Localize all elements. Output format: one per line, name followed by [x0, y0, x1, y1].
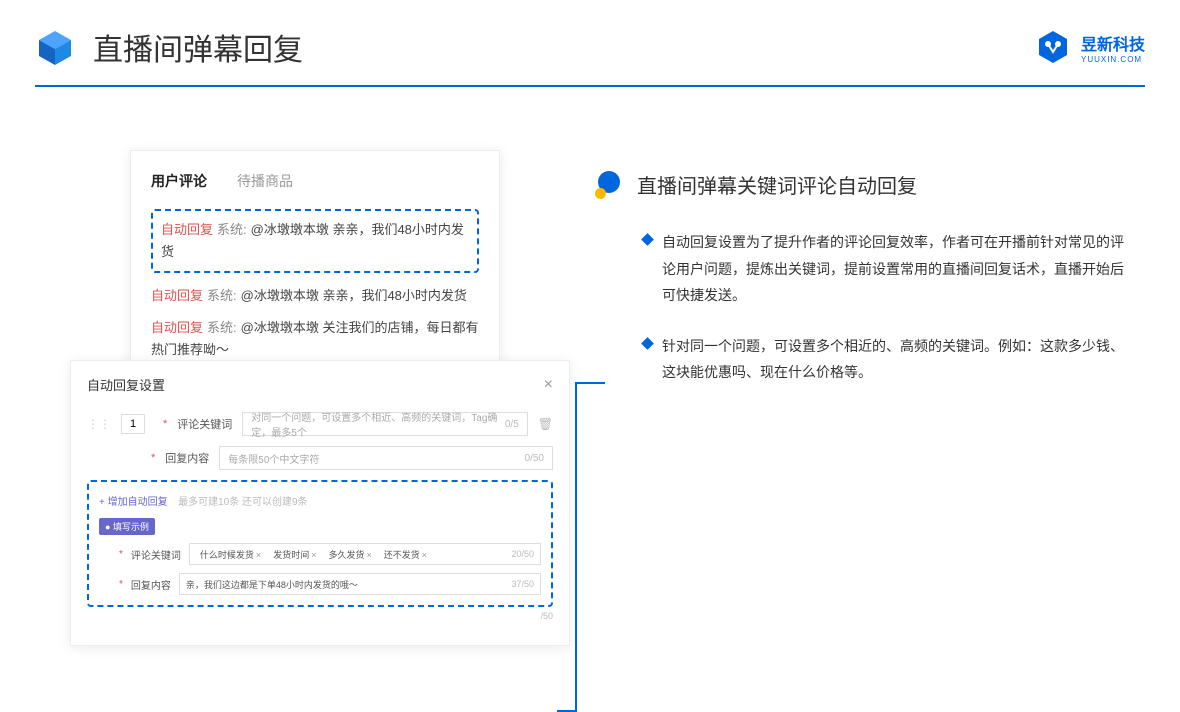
tab-user-comments[interactable]: 用户评论	[151, 171, 207, 191]
brand: 昱新科技 YUUXIN.COM	[1035, 29, 1145, 65]
delete-icon[interactable]: 🗑	[538, 417, 553, 431]
section-bullet-icon	[595, 171, 623, 199]
divider	[35, 85, 1145, 87]
tab-pending-products[interactable]: 待播商品	[237, 171, 293, 191]
comments-panel: 用户评论 待播商品 自动回复系统:@冰墩墩本墩 亲亲，我们48小时内发货 自动回…	[130, 150, 500, 392]
auto-reply-settings-dialog: 自动回复设置 × ⋮⋮ 1 * 评论关键词 对同一个问题，可设置多个相近、高频的…	[70, 360, 570, 646]
example-keyword-input[interactable]: 什么时候发货发货时间多久发货还不发货 20/50	[189, 543, 541, 565]
brand-logo-icon	[1035, 29, 1071, 65]
message-row: 自动回复系统:@冰墩墩本墩 关注我们的店铺，每日都有热门推荐呦～	[151, 317, 479, 361]
reply-label: 回复内容	[165, 450, 209, 466]
highlighted-message: 自动回复系统:@冰墩墩本墩 亲亲，我们48小时内发货	[151, 209, 479, 273]
close-icon[interactable]: ×	[544, 376, 553, 394]
brand-sub: YUUXIN.COM	[1081, 55, 1145, 64]
add-auto-reply-link[interactable]: + 增加自动回复	[99, 497, 168, 508]
dialog-title: 自动回复设置	[87, 375, 165, 394]
bullet-item: 自动回复设置为了提升作者的评论回复效率，作者可在开播前针对常见的评论用户问题，提…	[595, 229, 1135, 309]
bullet-item: 针对同一个问题，可设置多个相近的、高频的关键词。例如：这款多少钱、这块能优惠吗、…	[595, 333, 1135, 386]
page-title: 直播间弹幕回复	[93, 25, 303, 69]
keyword-input[interactable]: 对同一个问题，可设置多个相近、高频的关键词，Tag确定，最多5个0/5	[242, 412, 527, 436]
section-title: 直播间弹幕关键词评论自动回复	[637, 170, 917, 199]
diamond-icon	[641, 233, 654, 246]
example-reply-input[interactable]: 亲，我们这边都是下单48小时内发货的哦～37/50	[179, 573, 541, 595]
reply-input[interactable]: 每条限50个中文字符0/50	[219, 446, 553, 470]
keyword-label: 评论关键词	[177, 416, 232, 432]
example-section: + 增加自动回复 最多可建10条 还可以创建9条 ● 填写示例 *评论关键词 什…	[87, 480, 553, 607]
cube-logo-icon	[35, 27, 75, 67]
example-badge: ● 填写示例	[99, 518, 155, 535]
brand-name: 昱新科技	[1081, 31, 1145, 55]
diamond-icon	[641, 337, 654, 350]
rule-number: 1	[121, 414, 145, 434]
message-row: 自动回复系统:@冰墩墩本墩 亲亲，我们48小时内发货	[151, 285, 479, 307]
drag-handle-icon[interactable]: ⋮⋮	[87, 417, 111, 431]
